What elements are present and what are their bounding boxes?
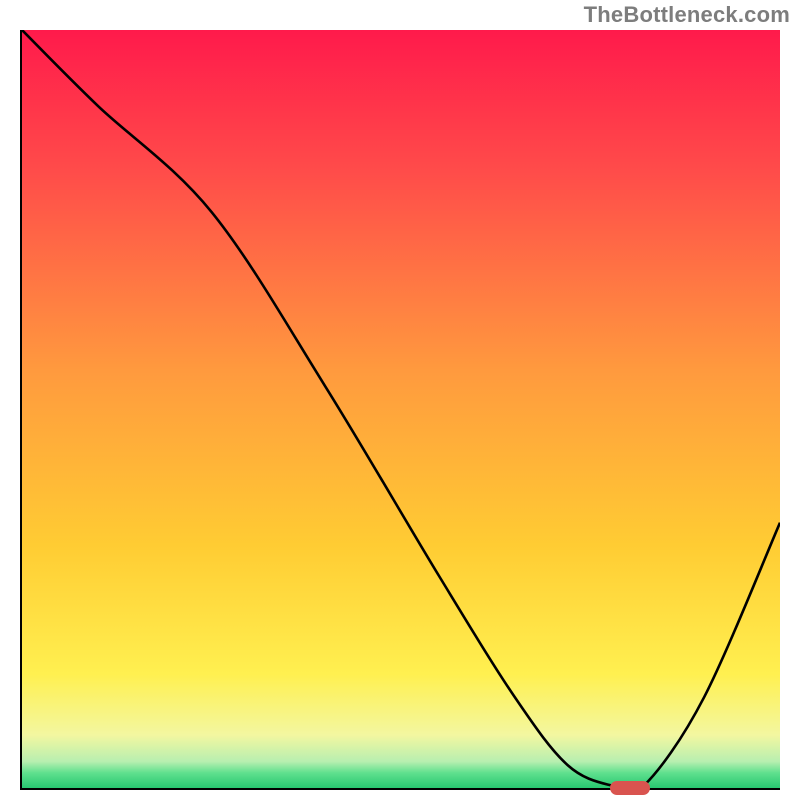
chart-area: [20, 30, 780, 790]
optimum-marker: [610, 781, 650, 795]
bottleneck-curve: [22, 30, 780, 788]
watermark-text: TheBottleneck.com: [584, 2, 790, 28]
